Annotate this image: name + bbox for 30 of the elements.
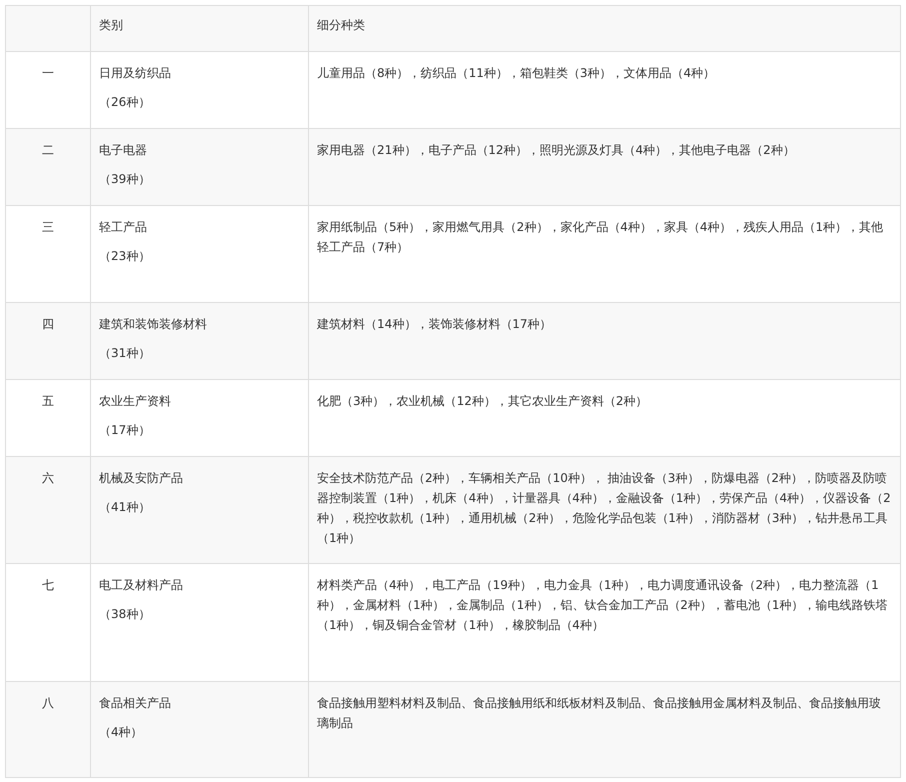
subcategory-list: 家用纸制品（5种），家用燃气用具（2种），家化产品（4种），家具（4种），残疾人用品（1种），其他轻工产品（7种） <box>317 215 892 257</box>
row-number: 四 <box>6 302 90 380</box>
category-count: （41种） <box>99 499 152 516</box>
subcategory-list: 安全技术防范产品（2种），车辆相关产品（10种）， 抽油设备（3种），防爆电器（2种），防喷器及防喷器控制装置（1种），机床（4种），计量器具（4种），金融设备（1种），劳保产品（4种），仪器设备（2种），税控收款机（1种），通用机械（2种），危险化学品包装（1种），消防器材（3种），钻井悬吊工具（1种） <box>317 466 892 548</box>
category-name: 电工及材料产品 <box>99 577 184 594</box>
category-count: （31种） <box>99 345 152 362</box>
category-count: （38种） <box>99 606 152 623</box>
subcategory-list: 儿童用品（8种），纺织品（11种），箱包鞋类（3种），文体用品（4种） <box>317 61 892 83</box>
category-count: （17种） <box>99 422 152 439</box>
category-name: 轻工产品 <box>99 219 148 236</box>
category-count: （23种） <box>99 248 152 265</box>
column-header: 类别 <box>90 6 308 52</box>
category-name: 日用及纺织品 <box>99 65 172 82</box>
row-number: 二 <box>6 128 90 206</box>
subcategory-list: 食品接触用塑料材料及制品、食品接触用纸和纸板材料及制品、食品接触用金属材料及制品、食品接触用玻璃制品 <box>317 691 892 733</box>
subcategory-list: 材料类产品（4种），电工产品（19种），电力金具（1种），电力调度通讯设备（2种），电力整流器（1种），金属材料（1种），金属制品（1种），铝、钛合金加工产品（2种），蓄电池（1种），输电线路铁塔（1种），铜及铜合金管材（1种），橡胶制品（4种） <box>317 573 892 635</box>
column-header: 细分种类 <box>308 6 900 52</box>
category-name: 建筑和装饰装修材料 <box>99 316 208 333</box>
subcategory-list: 化肥（3种），农业机械（12种），其它农业生产资料（2种） <box>317 389 892 411</box>
row-number: 六 <box>6 456 90 564</box>
subcategory-list: 家用电器（21种），电子产品（12种），照明光源及灯具（4种），其他电子电器（2种） <box>317 138 892 160</box>
subcategory-list: 建筑材料（14种），装饰装修材料（17种） <box>317 312 892 334</box>
row-number: 八 <box>6 682 90 778</box>
category-count: （26种） <box>99 94 152 111</box>
category-name: 机械及安防产品 <box>99 470 184 487</box>
category-count: （39种） <box>99 171 152 188</box>
category-name: 食品相关产品 <box>99 695 172 712</box>
category-name: 电子电器 <box>99 142 148 159</box>
category-count: （4种） <box>99 724 144 741</box>
category-name: 农业生产资料 <box>99 393 172 410</box>
